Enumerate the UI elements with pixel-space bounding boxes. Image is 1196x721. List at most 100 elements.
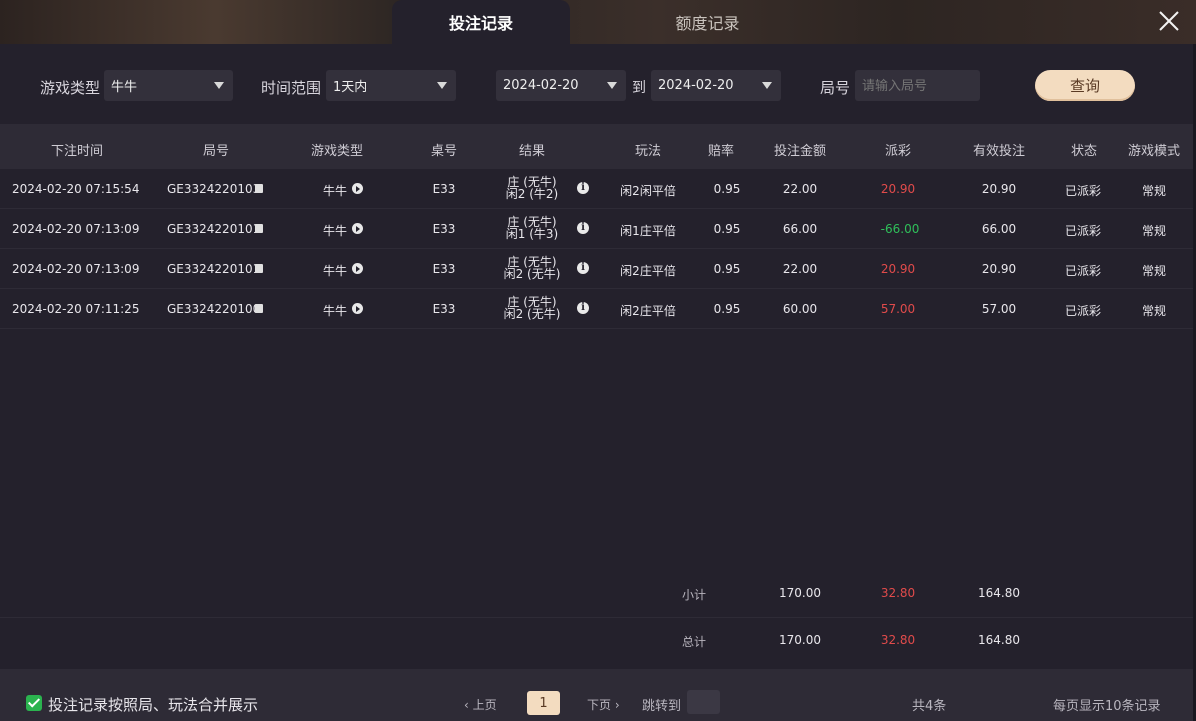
caret-down-icon <box>762 82 772 89</box>
cell-round: GE3324220100 <box>167 302 261 316</box>
caret-down-icon <box>437 82 447 89</box>
cell-game-type: 牛牛 <box>323 264 348 278</box>
date-from-value: 2024-02-20 <box>503 78 579 93</box>
cell-play: 闲2庄平倍 <box>620 264 676 278</box>
play-icon[interactable] <box>352 303 363 314</box>
header-play: 玩法 <box>634 144 662 159</box>
cell-odds: 0.95 <box>713 222 741 236</box>
play-icon[interactable] <box>352 223 363 234</box>
date-to-label: 到 <box>632 80 646 96</box>
cell-bet-time: 2024-02-20 07:11:25 <box>12 302 140 316</box>
cell-bet-amount: 22.00 <box>782 262 818 276</box>
jump-page-input[interactable] <box>687 690 720 714</box>
cell-valid-bet: 66.00 <box>981 222 1017 236</box>
merge-label: 投注记录按照局、玩法合并展示 <box>48 696 259 714</box>
cell-table-no: E33 <box>432 302 456 316</box>
cell-result-line2: 闲1 (牛3) <box>505 227 559 241</box>
cell-result-line2: 闲2 (牛2) <box>505 187 559 201</box>
cell-bet-time: 2024-02-20 07:13:09 <box>12 222 140 236</box>
subtotal-bet: 170.00 <box>779 586 821 600</box>
cell-play: 闲2闲平倍 <box>620 184 676 198</box>
cell-bet-amount: 66.00 <box>782 222 818 236</box>
cell-odds: 0.95 <box>713 262 741 276</box>
cell-payout: 20.90 <box>880 262 916 276</box>
subtotal-valid: 164.80 <box>978 586 1020 600</box>
cell-status: 已派彩 <box>1064 264 1102 278</box>
header-bet-amount: 投注金额 <box>773 144 827 159</box>
cell-table-no: E33 <box>432 222 456 236</box>
cell-payout: 57.00 <box>880 302 916 316</box>
cell-status: 已派彩 <box>1064 184 1102 198</box>
cell-status: 已派彩 <box>1064 224 1102 238</box>
cell-game-mode: 常规 <box>1141 264 1167 278</box>
prev-page-link[interactable]: ‹ 上页 <box>464 696 497 713</box>
info-icon[interactable]: i <box>577 262 589 274</box>
total-bet: 170.00 <box>779 633 821 647</box>
tab-bet-records[interactable]: 投注记录 <box>392 0 570 44</box>
info-icon[interactable]: i <box>577 302 589 314</box>
total-label: 总计 <box>681 635 707 649</box>
header-game-mode: 游戏模式 <box>1127 144 1181 159</box>
cell-result-line2: 闲2 (无牛) <box>503 267 561 281</box>
cell-play: 闲2庄平倍 <box>620 304 676 318</box>
cell-table-no: E33 <box>432 262 456 276</box>
cell-bet-amount: 22.00 <box>782 182 818 196</box>
cell-odds: 0.95 <box>713 302 741 316</box>
subtotal-label: 小计 <box>681 588 707 602</box>
info-icon[interactable]: i <box>577 182 589 194</box>
time-range-select[interactable]: 1天内 <box>326 70 456 101</box>
cell-game-mode: 常规 <box>1141 224 1167 238</box>
cell-valid-bet: 20.90 <box>981 262 1017 276</box>
header-result: 结果 <box>518 144 546 159</box>
cell-bet-amount: 60.00 <box>782 302 818 316</box>
play-icon[interactable] <box>352 263 363 274</box>
caret-down-icon <box>607 82 617 89</box>
time-range-value: 1天内 <box>333 80 368 95</box>
header-bet-time: 下注时间 <box>50 144 104 159</box>
total-valid: 164.80 <box>978 633 1020 647</box>
cell-round: GE3324220101 <box>167 222 261 236</box>
close-button[interactable] <box>1156 8 1182 34</box>
round-label: 局号 <box>820 79 851 97</box>
header-round: 局号 <box>202 144 230 159</box>
game-type-select[interactable]: 牛牛 <box>104 70 233 101</box>
top-bar <box>0 0 1196 44</box>
cell-odds: 0.95 <box>713 182 741 196</box>
cell-play: 闲1庄平倍 <box>620 224 676 238</box>
cell-game-type: 牛牛 <box>323 304 348 318</box>
info-icon[interactable]: i <box>577 222 589 234</box>
copy-icon[interactable] <box>255 304 263 313</box>
cell-round: GE3324220101 <box>167 262 261 276</box>
jump-label: 跳转到 <box>642 699 682 714</box>
tab-credit-records[interactable]: 额度记录 <box>620 0 795 44</box>
cell-round: GE3324220103 <box>167 182 261 196</box>
cell-payout: -66.00 <box>880 222 920 236</box>
cell-valid-bet: 20.90 <box>981 182 1017 196</box>
header-table-no: 桌号 <box>430 144 458 159</box>
next-page-link[interactable]: 下页 › <box>587 696 620 713</box>
cell-status: 已派彩 <box>1064 304 1102 318</box>
merge-checkbox[interactable] <box>26 695 42 711</box>
cell-game-mode: 常规 <box>1141 304 1167 318</box>
play-icon[interactable] <box>352 183 363 194</box>
cell-valid-bet: 57.00 <box>981 302 1017 316</box>
subtotal-payout: 32.80 <box>880 586 916 600</box>
cell-payout: 20.90 <box>880 182 916 196</box>
total-count: 共4条 <box>912 699 947 714</box>
copy-icon[interactable] <box>255 224 263 233</box>
current-page-button[interactable]: 1 <box>527 691 560 715</box>
query-button[interactable]: 查询 <box>1035 70 1135 101</box>
cell-game-type: 牛牛 <box>323 184 348 198</box>
time-range-label: 时间范围 <box>261 79 322 97</box>
copy-icon[interactable] <box>255 184 263 193</box>
per-page-text: 每页显示10条记录 <box>1053 699 1161 714</box>
date-from-select[interactable]: 2024-02-20 <box>496 70 626 101</box>
header-status: 状态 <box>1070 144 1098 159</box>
cell-bet-time: 2024-02-20 07:15:54 <box>12 182 140 196</box>
date-to-select[interactable]: 2024-02-20 <box>651 70 781 101</box>
close-icon <box>1159 11 1179 31</box>
header-payout: 派彩 <box>884 144 912 159</box>
cell-game-type: 牛牛 <box>323 224 348 238</box>
round-input[interactable] <box>855 70 980 101</box>
copy-icon[interactable] <box>255 264 263 273</box>
